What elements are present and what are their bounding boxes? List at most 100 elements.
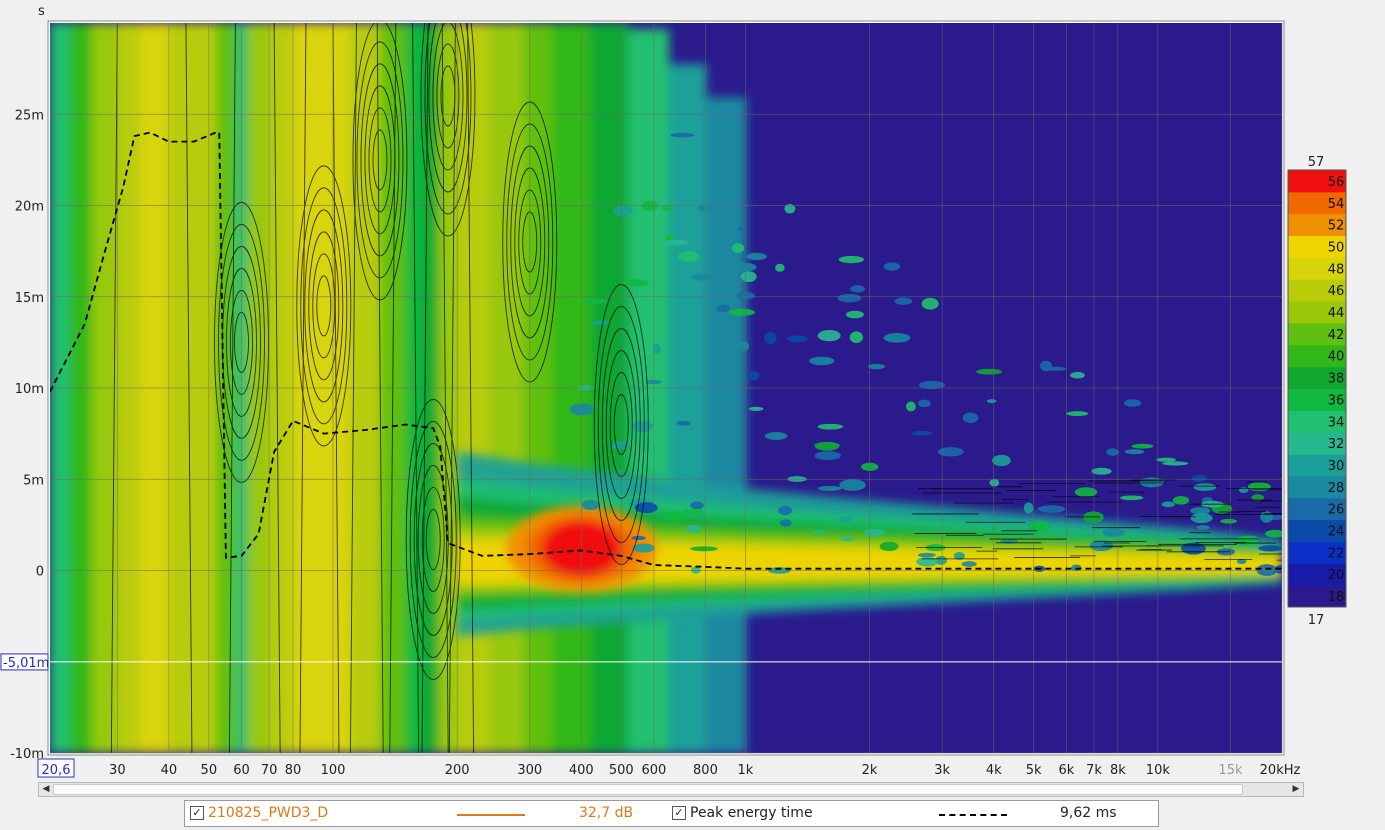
residual-speckle — [662, 511, 687, 522]
x-tick-label: 8k — [1110, 763, 1126, 778]
y-tick-label: 15m — [15, 291, 44, 306]
y-tick-label: 5m — [23, 473, 44, 488]
residual-speckle — [678, 251, 700, 263]
residual-speckle — [838, 255, 864, 264]
residual-speckle — [1123, 399, 1142, 407]
residual-speckle — [962, 412, 979, 424]
measurement-checkbox[interactable]: ✓ — [190, 806, 204, 820]
peak-line-sample — [939, 814, 1007, 816]
residual-speckle — [837, 293, 862, 303]
residual-speckle — [591, 320, 611, 325]
residual-speckle — [1191, 474, 1207, 483]
x-tick-label: 800 — [693, 763, 718, 778]
residual-speckle — [1220, 518, 1238, 524]
colorbar-tick-label: 24 — [1328, 525, 1345, 540]
residual-speckle — [778, 505, 793, 516]
residual-speckle — [676, 420, 691, 426]
colorbar-tick-label: 36 — [1328, 393, 1345, 408]
residual-speckle — [690, 546, 718, 552]
residual-speckle — [787, 335, 808, 343]
residual-speckle — [661, 206, 675, 211]
chart-svg: -5,01ms-10m05m10m15m20m25m20,6 30 40 50 60 70… — [0, 4, 1347, 778]
colorbar-tick-label: 46 — [1328, 284, 1345, 299]
x-tick-label: 500 — [609, 763, 634, 778]
residual-speckle — [682, 509, 704, 514]
residual-speckle — [691, 274, 716, 281]
residual-speckle — [1172, 496, 1190, 505]
x-tick-label: 4k — [986, 763, 1002, 778]
residual-speckle — [1071, 564, 1082, 572]
residual-speckle — [690, 566, 701, 574]
legend-bar: ✓ 210825_PWD3_D 32,7 dB ✓ Peak energy ti… — [184, 800, 1159, 827]
colorbar-tick-label: 40 — [1328, 350, 1345, 365]
residual-speckle — [961, 561, 977, 567]
scroll-right-icon[interactable]: ▶ — [1289, 783, 1303, 796]
residual-speckle — [894, 297, 913, 305]
horizontal-scrollbar[interactable]: ◀ ▶ — [38, 782, 1304, 797]
residual-speckle — [732, 243, 745, 253]
x-tick-label: 50 — [201, 763, 218, 778]
residual-speckle — [581, 499, 600, 510]
scroll-left-icon[interactable]: ◀ — [39, 783, 53, 796]
y-axis-unit-label: s — [38, 4, 45, 19]
colorbar-tick-label: 26 — [1328, 503, 1345, 518]
level-column — [668, 64, 707, 753]
residual-speckle — [839, 515, 853, 522]
residual-speckle — [1258, 545, 1282, 552]
residual-speckle — [916, 557, 939, 567]
residual-speckle — [632, 543, 655, 553]
colorbar-tick-label: 50 — [1328, 240, 1345, 255]
residual-speckle — [883, 332, 911, 343]
x-tick-label: 200 — [445, 763, 470, 778]
residual-speckle — [986, 399, 997, 404]
residual-speckle — [1023, 502, 1034, 514]
y-tick-label: 25m — [15, 108, 44, 123]
measurement-line-sample — [457, 814, 525, 816]
residual-speckle — [989, 478, 1000, 487]
colorbar-max-label: 57 — [1308, 155, 1325, 170]
residual-speckle — [716, 340, 725, 353]
x-tick-label: 30 — [109, 763, 126, 778]
residual-speckle — [1260, 511, 1273, 523]
residual-speckle — [1162, 461, 1189, 466]
residual-speckle — [839, 479, 866, 491]
x-tick-label: 70 — [261, 763, 278, 778]
residual-speckle — [817, 329, 841, 342]
peak-checkbox[interactable]: ✓ — [672, 806, 686, 820]
residual-speckle — [716, 304, 731, 313]
x-tick-label: 400 — [569, 763, 594, 778]
residual-speckle — [686, 524, 701, 533]
x-start-label: 20,6 — [42, 763, 71, 778]
x-tick-label: 10k — [1146, 763, 1171, 778]
residual-speckle — [1235, 535, 1257, 546]
residual-speckle — [1161, 501, 1175, 508]
residual-speckle — [1037, 505, 1066, 513]
x-tick-label: 100 — [321, 763, 346, 778]
scroll-thumb[interactable] — [53, 784, 1243, 795]
waterfall-chart: -5,01m s -10m 0 5m 10m 15m 20m 25m 20,6 30 40 50 60 70… — [0, 0, 1385, 780]
residual-speckle — [1102, 528, 1125, 537]
x-tick-label: 1k — [738, 763, 754, 778]
residual-speckle — [849, 331, 864, 344]
residual-speckle — [937, 447, 964, 457]
residual-speckle — [813, 530, 825, 535]
residual-speckle — [809, 356, 835, 366]
residual-speckle — [850, 285, 866, 293]
residual-speckle — [730, 262, 757, 272]
colorbar-tick-label: 28 — [1328, 481, 1345, 496]
residual-speckle — [1256, 564, 1278, 576]
residual-speckle — [921, 297, 939, 310]
measurement-value: 32,7 dB — [579, 805, 634, 821]
residual-speckle — [1156, 457, 1177, 462]
residual-speckle — [867, 363, 885, 370]
residual-speckle — [670, 132, 695, 138]
x-tick-label: 7k — [1086, 763, 1102, 778]
colorbar-tick-label: 30 — [1328, 459, 1345, 474]
residual-speckle — [1131, 443, 1154, 449]
colorbar-tick-label: 38 — [1328, 372, 1345, 387]
residual-speckle — [1139, 477, 1164, 488]
x-tick-label: 40 — [161, 763, 178, 778]
colorbar-tick-label: 32 — [1328, 437, 1345, 452]
residual-speckle — [648, 355, 658, 363]
residual-speckle — [621, 279, 649, 287]
